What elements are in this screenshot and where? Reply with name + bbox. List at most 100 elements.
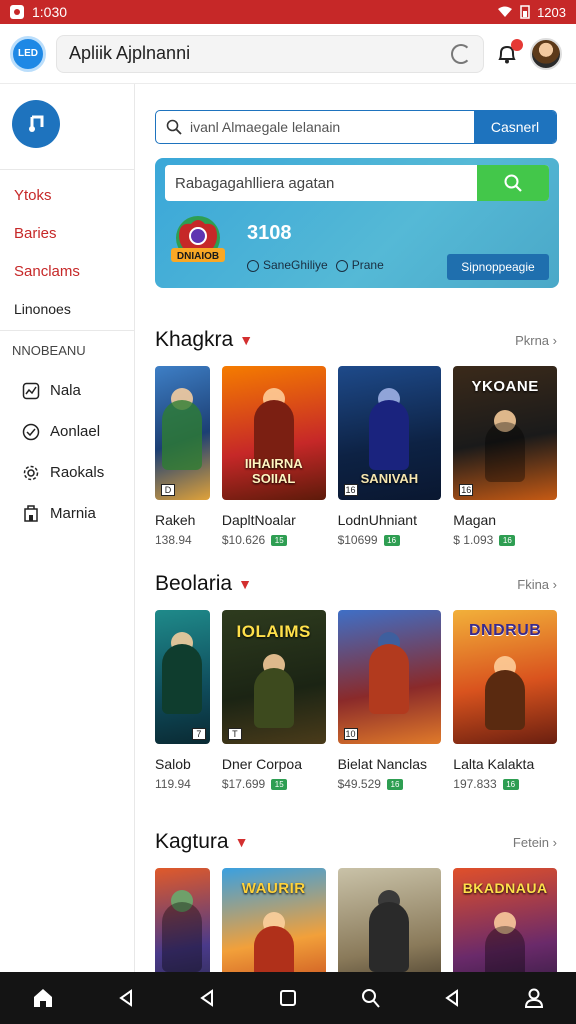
chevron-down-icon[interactable]: ▼: [238, 576, 252, 592]
game-cover[interactable]: IOLAIMS T: [221, 610, 326, 744]
promo-search-button[interactable]: [477, 165, 549, 201]
bottom-nav-bar: [0, 972, 576, 1024]
sidebar-item-aonlael[interactable]: Aonlael: [0, 411, 134, 452]
game-price: $ 1.093: [453, 533, 494, 547]
section-title[interactable]: Beolaria: [155, 572, 232, 596]
game-cover[interactable]: SANIVAH 16: [337, 366, 442, 500]
section-more-label: Fetein: [512, 834, 550, 850]
game-title: Rakeh: [155, 512, 196, 528]
sidebar-item-nala[interactable]: Nala: [0, 370, 134, 411]
notification-button[interactable]: [494, 38, 523, 67]
back-icon[interactable]: [197, 988, 217, 1008]
promo-number: 3108: [247, 222, 292, 244]
game-card[interactable]: 10 Bielat Nanclas $49.529 16: [337, 610, 442, 791]
game-card[interactable]: BKADNAUA: [453, 868, 557, 972]
game-cover-art: [369, 644, 410, 714]
status-battery-text: 1203: [537, 4, 566, 20]
chevron-down-icon[interactable]: ▼: [235, 834, 249, 850]
promo-search: Rabagagahlliera agatan: [165, 165, 549, 201]
main-content: ivanl Almaegale lelanain Casnerl Rabagag…: [135, 84, 576, 972]
promo-search-input[interactable]: Rabagagahlliera agatan: [165, 165, 477, 201]
game-cover-art: [253, 926, 294, 972]
game-price: 119.94: [155, 777, 191, 791]
game-title: Bielat Nanclas: [337, 756, 428, 772]
refresh-icon[interactable]: [451, 43, 471, 64]
app-logo-text: LED: [18, 48, 38, 59]
game-card[interactable]: 7 Salob 119.94: [155, 610, 210, 791]
account-icon[interactable]: [523, 987, 545, 1009]
app-title-bar[interactable]: Apliik Ajplnanni: [56, 34, 484, 73]
game-card[interactable]: IIHAIRNA SOIIAL DapltNoalar $10.626 15: [221, 366, 326, 547]
game-cover[interactable]: WAURIR: [221, 868, 326, 972]
game-card[interactable]: SANIVAH 16 LodnUhniant $10699 16: [337, 366, 442, 547]
search-icon: [504, 174, 522, 192]
battery-icon: [520, 5, 530, 19]
game-card[interactable]: [155, 868, 210, 972]
game-card[interactable]: [337, 868, 442, 972]
chevron-down-icon[interactable]: ▼: [239, 332, 253, 348]
rating-badge: 16: [343, 484, 358, 496]
status-bar: 1:030 1203: [0, 0, 576, 24]
section-more-label: Pkrna: [515, 332, 550, 348]
recents-icon[interactable]: [278, 988, 298, 1008]
top-bar: LED Apliik Ajplnanni: [0, 24, 576, 84]
profile-icon[interactable]: [359, 987, 381, 1009]
section-title[interactable]: Khagkra: [155, 328, 233, 352]
promo-radio-group: SaneGhiliye Prane: [247, 258, 384, 272]
game-card[interactable]: D Rakeh 138.94: [155, 366, 210, 547]
game-cover[interactable]: DNDRUB: [453, 610, 557, 744]
section-more-label: Fkina: [517, 576, 550, 592]
chart-icon: [22, 382, 40, 399]
game-cover-art: [162, 902, 203, 972]
game-cover[interactable]: YKOANE 16: [453, 366, 557, 500]
app-title: Apliik Ajplnanni: [69, 43, 191, 63]
back-icon[interactable]: [442, 988, 462, 1008]
app-logo[interactable]: LED: [10, 35, 46, 72]
promo-radio-a[interactable]: SaneGhiliye: [247, 258, 328, 272]
avatar[interactable]: [530, 37, 562, 70]
age-badge: 16: [383, 534, 400, 546]
game-cover[interactable]: D: [155, 366, 210, 500]
game-cover[interactable]: [155, 868, 210, 972]
wifi-icon: [498, 6, 513, 17]
section-more-link[interactable]: Pkrna ›: [515, 333, 557, 348]
section-title[interactable]: Kagtura: [155, 830, 229, 854]
promo-action-button[interactable]: Sipnoppeagie: [447, 254, 549, 280]
sidebar-item-label: Nala: [50, 382, 81, 399]
sidebar-link-2[interactable]: Baries: [0, 214, 134, 252]
game-cover[interactable]: BKADNAUA: [453, 868, 557, 972]
sidebar-item-raokals[interactable]: Raokals: [0, 452, 134, 493]
game-card[interactable]: IOLAIMS T Dner Corpoa $17.699 15: [221, 610, 326, 791]
gear-icon: [23, 465, 39, 480]
sidebar-logo[interactable]: [12, 100, 60, 148]
sidebar-link-4[interactable]: Linonoes: [0, 290, 134, 328]
section-more-link[interactable]: Fkina ›: [517, 577, 557, 592]
game-title: Dner Corpoa: [221, 756, 302, 772]
game-cover-art: [253, 668, 294, 728]
game-cover[interactable]: 10: [337, 610, 442, 744]
sidebar-link-3[interactable]: Sanclams: [0, 252, 134, 290]
age-badge: 15: [271, 778, 288, 790]
radio-icon: [247, 259, 259, 272]
game-cover-art: [162, 644, 203, 714]
back-icon[interactable]: [116, 988, 136, 1008]
promo-radio-b[interactable]: Prane: [335, 258, 384, 272]
home-icon[interactable]: [31, 986, 55, 1010]
game-card[interactable]: YKOANE 16 Magan $ 1.093 16: [453, 366, 557, 547]
sidebar-link-1[interactable]: Ytoks: [0, 176, 134, 214]
section-more-link[interactable]: Fetein ›: [513, 835, 557, 850]
game-card[interactable]: DNDRUB Lalta Kalakta 197.833 16: [453, 610, 557, 791]
game-cover[interactable]: IIHAIRNA SOIIAL: [221, 366, 326, 500]
game-cover[interactable]: 7: [155, 610, 210, 744]
game-price: 197.833: [453, 777, 497, 791]
promo-game-logo[interactable]: DNIAIOB: [165, 214, 231, 270]
age-badge: 16: [502, 778, 519, 790]
search-input[interactable]: ivanl Almaegale lelanain: [156, 111, 474, 143]
sidebar: Ytoks Baries Sanclams Linonoes NNOBEANU …: [0, 84, 135, 972]
game-title: Salob: [155, 756, 191, 772]
search-button[interactable]: Casnerl: [474, 111, 556, 143]
game-cover[interactable]: [337, 868, 442, 972]
search-icon: [166, 119, 182, 135]
sidebar-item-marnia[interactable]: Marnia: [0, 493, 134, 534]
game-card[interactable]: WAURIR: [221, 868, 326, 972]
